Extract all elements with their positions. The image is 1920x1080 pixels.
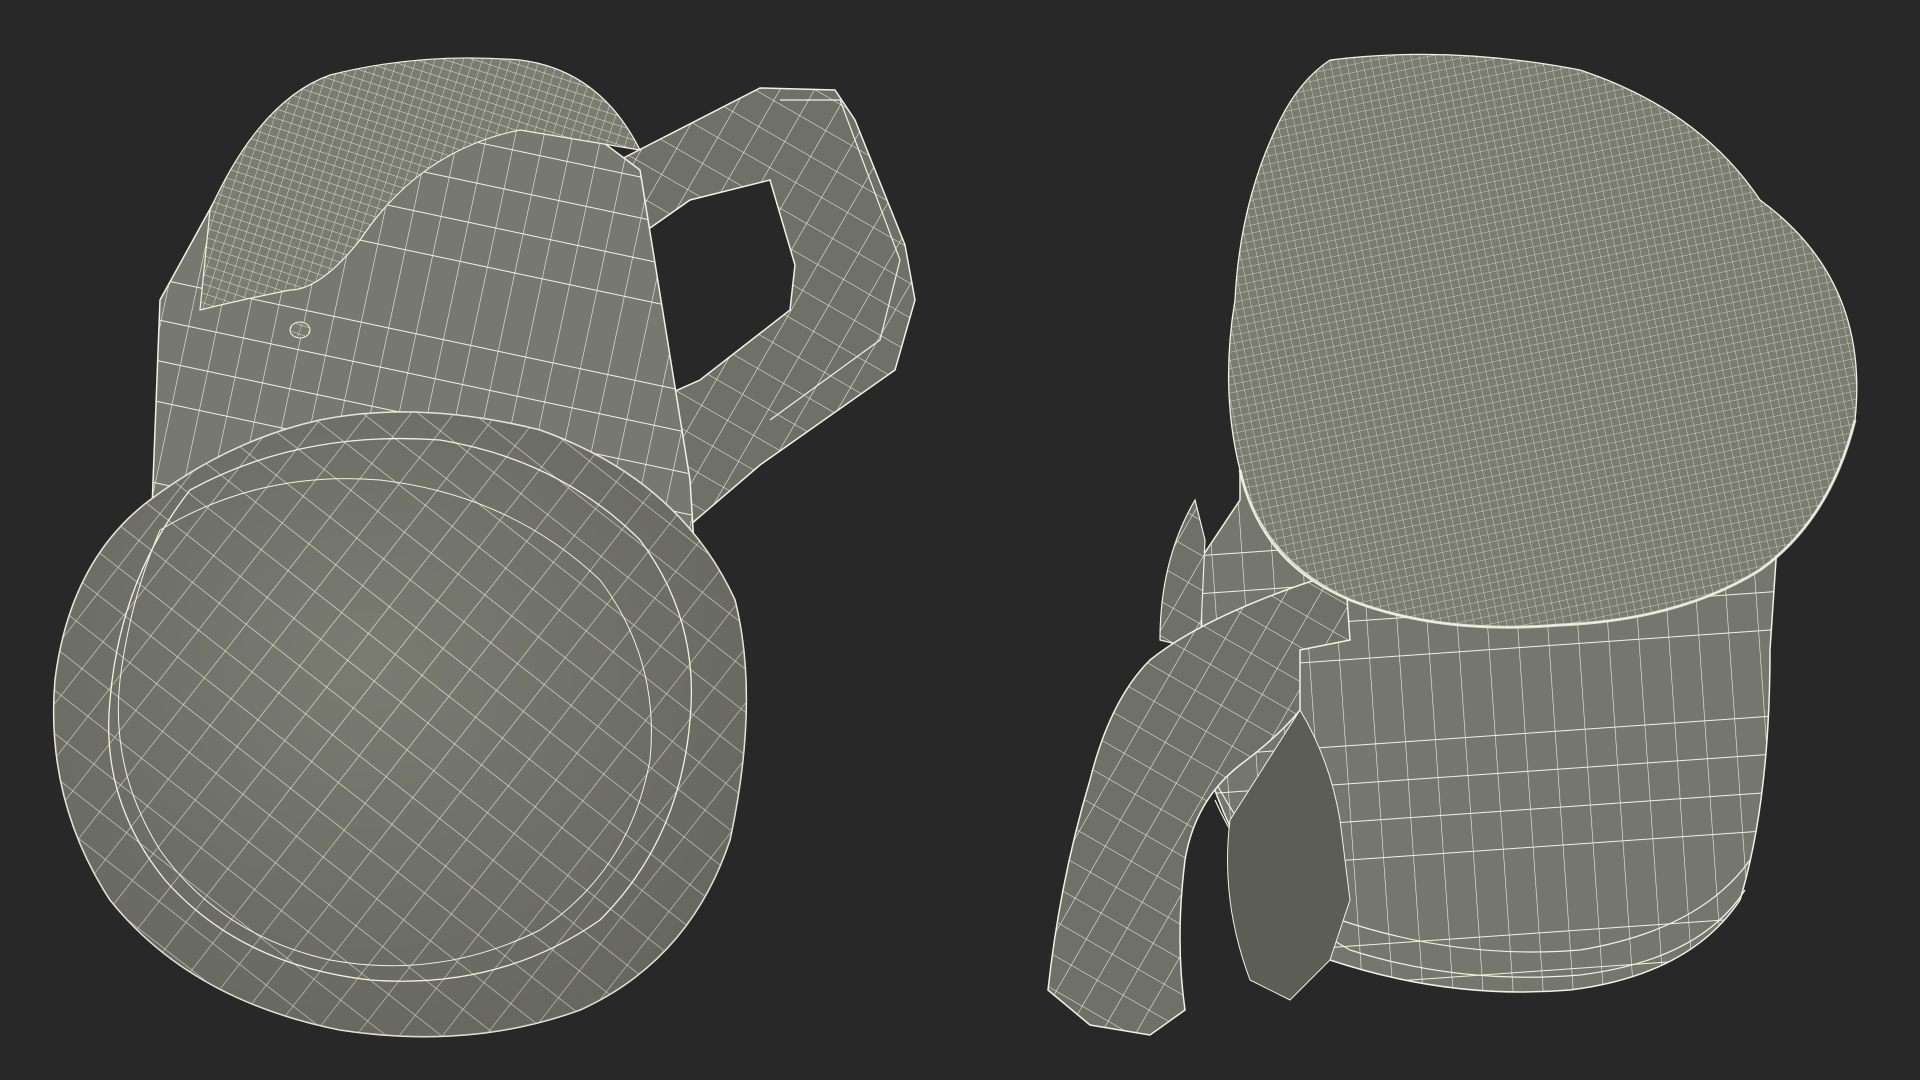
render-canvas xyxy=(0,0,1920,1080)
render-viewport xyxy=(0,0,1920,1080)
